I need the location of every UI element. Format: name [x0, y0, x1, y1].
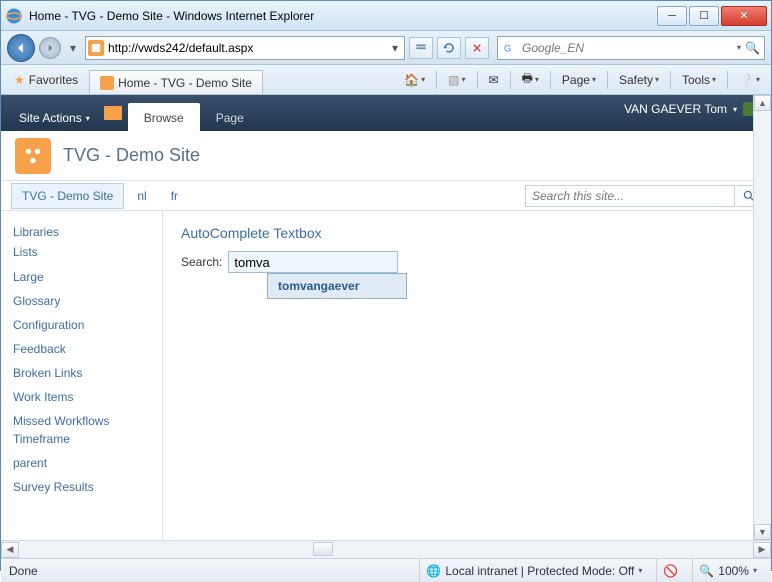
leftnav-lists[interactable]: Lists	[13, 245, 150, 259]
leftnav-brokenlinks[interactable]: Broken Links	[13, 361, 150, 385]
leftnav-libraries[interactable]: Libraries	[13, 225, 150, 239]
topnav-nl[interactable]: nl	[126, 183, 157, 209]
ribbon-tab-page[interactable]: Page	[200, 103, 260, 131]
url-dropdown-icon[interactable]: ▾	[388, 41, 402, 55]
safety-menu[interactable]: Safety ▾	[614, 69, 664, 91]
help-button[interactable]: ❔▾	[734, 69, 765, 91]
site-favicon	[88, 40, 104, 56]
leftnav-survey[interactable]: Survey Results	[13, 475, 150, 499]
star-icon: ★	[14, 73, 25, 87]
refresh-button[interactable]	[437, 37, 461, 59]
ribbon-tab-browse[interactable]: Browse	[128, 103, 200, 131]
leftnav-feedback[interactable]: Feedback	[13, 337, 150, 361]
home-icon: 🏠	[404, 73, 419, 87]
close-button[interactable]: ✕	[721, 6, 767, 26]
tools-menu[interactable]: Tools ▾	[677, 69, 721, 91]
url-input[interactable]	[108, 41, 388, 55]
feeds-button[interactable]: ▧▾	[443, 69, 470, 91]
browser-tab[interactable]: Home - TVG - Demo Site	[89, 70, 263, 94]
site-search-input[interactable]	[532, 189, 728, 203]
svg-text:G: G	[504, 43, 511, 53]
browser-search-box[interactable]: G ▾ 🔍	[497, 36, 765, 60]
site-logo[interactable]	[15, 138, 51, 174]
address-bar-row: ▾ ▾ G ▾ 🔍	[1, 31, 771, 65]
stop-button[interactable]	[465, 37, 489, 59]
mail-icon: ✉	[489, 73, 499, 87]
search-dropdown-icon[interactable]: ▾	[737, 43, 741, 52]
leftnav-parent[interactable]: parent	[13, 451, 150, 475]
navigate-up-icon[interactable]	[104, 106, 122, 120]
print-icon: 🖶	[522, 69, 533, 90]
scroll-up-icon[interactable]: ▲	[754, 95, 771, 111]
user-menu[interactable]: VAN GAEVER Tom▾	[614, 102, 771, 124]
leftnav-workitems[interactable]: Work Items	[13, 385, 150, 409]
leftnav-missedwf[interactable]: Missed Workflows Timeframe	[13, 409, 150, 451]
browser-search-input[interactable]	[522, 41, 737, 55]
window-title: Home - TVG - Demo Site - Windows Interne…	[29, 9, 657, 23]
autocomplete-input[interactable]	[228, 251, 398, 273]
minimize-button[interactable]: ─	[657, 6, 687, 26]
site-actions-menu[interactable]: Site Actions▾	[11, 105, 98, 131]
site-search-box[interactable]	[525, 185, 735, 207]
favorites-label: Favorites	[29, 73, 78, 87]
topnav-fr[interactable]: fr	[160, 183, 189, 209]
page-viewport: Site Actions▾ Browse Page VAN GAEVER Tom…	[1, 95, 771, 540]
address-box[interactable]: ▾	[85, 36, 405, 60]
print-button[interactable]: 🖶▾	[517, 69, 544, 91]
main-content: AutoComplete Textbox Search: tomvangaeve…	[163, 211, 771, 540]
site-title: TVG - Demo Site	[63, 145, 200, 166]
ie-icon	[5, 7, 23, 25]
help-icon: ❔	[739, 73, 754, 87]
scroll-right-icon[interactable]: ▶	[753, 542, 771, 558]
webpart-title: AutoComplete Textbox	[181, 225, 753, 241]
favorites-button[interactable]: ★ Favorites	[7, 69, 85, 91]
site-title-band: TVG - Demo Site	[1, 131, 771, 181]
leftnav-configuration[interactable]: Configuration	[13, 313, 150, 337]
leftnav-large[interactable]: Large	[13, 265, 150, 289]
compat-view-button[interactable]	[409, 37, 433, 59]
search-label: Search:	[181, 255, 222, 269]
scroll-down-icon[interactable]: ▼	[754, 524, 771, 540]
quick-launch: Libraries Lists Large Glossary Configura…	[1, 211, 163, 540]
horizontal-scrollbar[interactable]: ◀ ▶	[1, 540, 771, 558]
tab-title: Home - TVG - Demo Site	[118, 76, 252, 90]
rss-icon: ▧	[448, 73, 459, 87]
autocomplete-popup: tomvangaever	[267, 273, 407, 299]
autocomplete-option[interactable]: tomvangaever	[268, 274, 406, 298]
maximize-button[interactable]: ☐	[689, 6, 719, 26]
search-go-icon[interactable]: 🔍	[745, 41, 760, 55]
tab-favicon	[100, 76, 114, 90]
leftnav-glossary[interactable]: Glossary	[13, 289, 150, 313]
top-nav: TVG - Demo Site nl fr	[1, 181, 771, 211]
scroll-left-icon[interactable]: ◀	[1, 542, 19, 558]
sp-body: Libraries Lists Large Glossary Configura…	[1, 211, 771, 540]
back-button[interactable]	[7, 34, 35, 62]
command-bar: ★ Favorites Home - TVG - Demo Site 🏠▾ ▧▾…	[1, 65, 771, 95]
nav-history-dropdown[interactable]: ▾	[65, 37, 81, 59]
topnav-home[interactable]: TVG - Demo Site	[11, 183, 124, 209]
page-menu[interactable]: Page ▾	[557, 69, 601, 91]
vertical-scrollbar[interactable]: ▲ ▼	[753, 95, 771, 540]
sp-ribbon: Site Actions▾ Browse Page VAN GAEVER Tom…	[1, 95, 771, 131]
google-icon: G	[502, 40, 518, 56]
forward-button[interactable]	[39, 37, 61, 59]
mail-button[interactable]: ✉	[484, 69, 504, 91]
window-titlebar: Home - TVG - Demo Site - Windows Interne…	[1, 1, 771, 31]
home-button[interactable]: 🏠▾	[399, 69, 430, 91]
status-bar: Done 🌐 Local intranet | Protected Mode: …	[1, 558, 771, 582]
